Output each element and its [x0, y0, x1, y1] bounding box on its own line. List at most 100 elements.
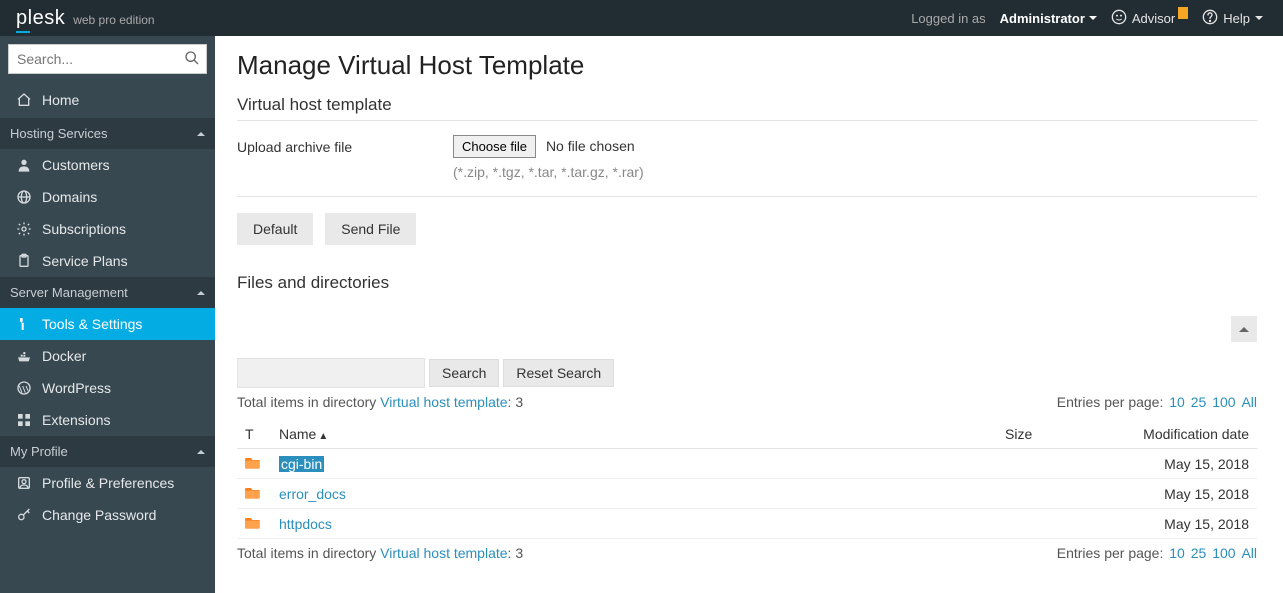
totals-prefix: Total items in directory [237, 394, 380, 410]
sidebar-item-extensions[interactable]: Extensions [0, 404, 215, 436]
chevron-down-icon [1089, 16, 1097, 20]
sort-asc-icon: ▲ [318, 431, 328, 442]
totals-link[interactable]: Virtual host template [380, 545, 507, 561]
file-size [997, 479, 1107, 509]
entries-option-all[interactable]: All [1241, 545, 1257, 561]
totals-link[interactable]: Virtual host template [380, 394, 507, 410]
entries-label: Entries per page: [1057, 545, 1164, 561]
status-line-top: Total items in directory Virtual host te… [237, 394, 1257, 410]
table-row: error_docs May 15, 2018 [237, 479, 1257, 509]
folder-icon [245, 456, 261, 472]
sidebar-item-profile-preferences[interactable]: Profile & Preferences [0, 467, 215, 499]
entries-option-10[interactable]: 10 [1169, 394, 1185, 410]
sidebar-item-label: Service Plans [42, 253, 128, 269]
file-link[interactable]: cgi-bin [279, 456, 324, 472]
help-label: Help [1223, 11, 1250, 26]
file-date: May 15, 2018 [1107, 479, 1257, 509]
help-icon [1202, 9, 1218, 28]
sidebar-item-label: WordPress [42, 380, 111, 396]
sidebar-item-tools-settings[interactable]: Tools & Settings [0, 308, 215, 340]
sidebar-item-home[interactable]: Home [0, 82, 215, 118]
upload-label: Upload archive file [237, 135, 453, 155]
nav-group-label: My Profile [10, 444, 68, 459]
status-line-bottom: Total items in directory Virtual host te… [237, 545, 1257, 561]
col-type[interactable]: T [237, 420, 271, 449]
list-search-button[interactable]: Search [429, 359, 499, 387]
sidebar-item-domains[interactable]: Domains [0, 181, 215, 213]
chevron-down-icon [1255, 16, 1263, 20]
search-input[interactable] [8, 44, 207, 74]
advisor-label: Advisor [1132, 11, 1175, 26]
entries-label: Entries per page: [1057, 394, 1164, 410]
sidebar-item-label: Change Password [42, 507, 156, 523]
sidebar-item-wordpress[interactable]: WordPress [0, 372, 215, 404]
help-link[interactable]: Help [1202, 9, 1263, 28]
main-content: Manage Virtual Host Template Virtual hos… [215, 36, 1283, 593]
globe-icon [16, 189, 32, 205]
nav-group-label: Server Management [10, 285, 128, 300]
folder-icon [245, 516, 261, 532]
file-size [997, 449, 1107, 479]
logged-in-as-label: Logged in as [911, 11, 985, 26]
chevron-up-icon [197, 132, 205, 136]
col-size[interactable]: Size [997, 420, 1107, 449]
tools-icon [16, 316, 32, 332]
collapse-toggle-button[interactable] [1231, 316, 1257, 342]
wordpress-icon [16, 380, 32, 396]
file-date: May 15, 2018 [1107, 449, 1257, 479]
col-date[interactable]: Modification date [1107, 420, 1257, 449]
default-button[interactable]: Default [237, 213, 313, 245]
folder-icon [245, 486, 261, 502]
advisor-badge-icon [1178, 7, 1188, 19]
nav-group-hosting-services[interactable]: Hosting Services [0, 118, 215, 149]
clipboard-icon [16, 253, 32, 269]
entries-option-100[interactable]: 100 [1212, 545, 1235, 561]
page-title: Manage Virtual Host Template [237, 50, 1257, 81]
sidebar-item-label: Extensions [42, 412, 110, 428]
sidebar-item-customers[interactable]: Customers [0, 149, 215, 181]
file-link[interactable]: httpdocs [279, 516, 332, 532]
list-search-input[interactable] [237, 358, 425, 388]
files-table: T Name▲ Size Modification date cgi-bin M… [237, 420, 1257, 539]
entries-option-100[interactable]: 100 [1212, 394, 1235, 410]
choose-file-button[interactable]: Choose file [453, 135, 536, 158]
nav-group-label: Hosting Services [10, 126, 108, 141]
file-link[interactable]: error_docs [279, 486, 346, 502]
sidebar-item-service-plans[interactable]: Service Plans [0, 245, 215, 277]
username-menu[interactable]: Administrator [1000, 11, 1097, 26]
sidebar-item-subscriptions[interactable]: Subscriptions [0, 213, 215, 245]
entries-option-all[interactable]: All [1241, 394, 1257, 410]
nav-group-server-management[interactable]: Server Management [0, 277, 215, 308]
entries-option-25[interactable]: 25 [1191, 394, 1207, 410]
gear-icon [16, 221, 32, 237]
search-icon[interactable] [184, 50, 200, 69]
section-virtual-host-template: Virtual host template [237, 95, 1257, 121]
advisor-link[interactable]: Advisor [1111, 9, 1188, 28]
table-row: httpdocs May 15, 2018 [237, 509, 1257, 539]
file-types-hint: (*.zip, *.tgz, *.tar, *.tar.gz, *.rar) [453, 164, 644, 180]
brand-name: plesk [16, 7, 65, 30]
col-name[interactable]: Name▲ [271, 420, 997, 449]
entries-option-10[interactable]: 10 [1169, 545, 1185, 561]
list-reset-search-button[interactable]: Reset Search [503, 359, 614, 387]
advisor-icon [1111, 9, 1127, 28]
brand-logo[interactable]: plesk web pro edition [16, 7, 155, 30]
user-icon [16, 157, 32, 173]
send-file-button[interactable]: Send File [325, 213, 416, 245]
brand-edition: web pro edition [73, 13, 154, 27]
sidebar-item-label: Domains [42, 189, 97, 205]
home-icon [16, 92, 32, 108]
nav-group-my-profile[interactable]: My Profile [0, 436, 215, 467]
sidebar-search[interactable] [8, 44, 207, 74]
totals-prefix: Total items in directory [237, 545, 380, 561]
sidebar-item-label: Customers [42, 157, 110, 173]
sidebar-item-change-password[interactable]: Change Password [0, 499, 215, 531]
ship-icon [16, 348, 32, 364]
sidebar-item-label: Tools & Settings [42, 316, 142, 332]
extensions-icon [16, 412, 32, 428]
sidebar-item-label: Docker [42, 348, 86, 364]
key-icon [16, 507, 32, 523]
entries-option-25[interactable]: 25 [1191, 545, 1207, 561]
sidebar-item-docker[interactable]: Docker [0, 340, 215, 372]
table-row: cgi-bin May 15, 2018 [237, 449, 1257, 479]
